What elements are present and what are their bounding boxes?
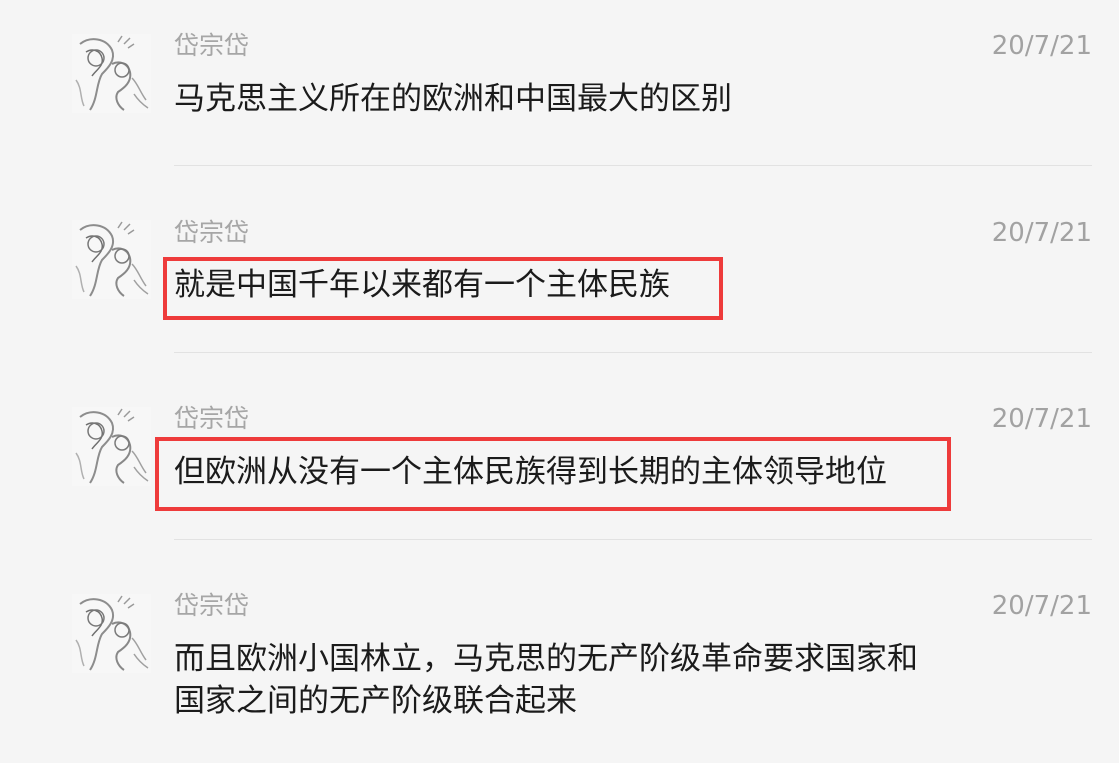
avatar-icon[interactable] xyxy=(72,220,151,299)
message-divider xyxy=(174,539,1092,540)
avatar-icon[interactable] xyxy=(72,594,151,673)
sender-name[interactable]: 岱宗岱 xyxy=(174,31,249,61)
sender-name[interactable]: 岱宗岱 xyxy=(174,591,249,621)
message-text: 而且欧洲小国林立，马克思的无产阶级革命要求国家和国家之间的无产阶级联合起来 xyxy=(174,641,918,719)
sender-name[interactable]: 岱宗岱 xyxy=(174,218,249,248)
message-divider xyxy=(174,352,1092,353)
message-time: 20/7/21 xyxy=(991,218,1092,248)
sender-name[interactable]: 岱宗岱 xyxy=(174,404,249,434)
message-time: 20/7/21 xyxy=(991,404,1092,434)
highlight-box xyxy=(155,437,951,511)
highlight-box xyxy=(163,257,723,320)
chat-message-list: 岱宗岱 20/7/21 马克思主义所在的欧洲和中国最大的区别 岱宗岱 20/7/… xyxy=(0,0,1119,763)
message-time: 20/7/21 xyxy=(991,31,1092,61)
avatar-icon[interactable] xyxy=(72,407,151,486)
message-time: 20/7/21 xyxy=(991,591,1092,621)
message-text: 马克思主义所在的欧洲和中国最大的区别 xyxy=(174,81,732,117)
message-divider xyxy=(174,165,1092,166)
avatar-icon[interactable] xyxy=(72,34,151,113)
